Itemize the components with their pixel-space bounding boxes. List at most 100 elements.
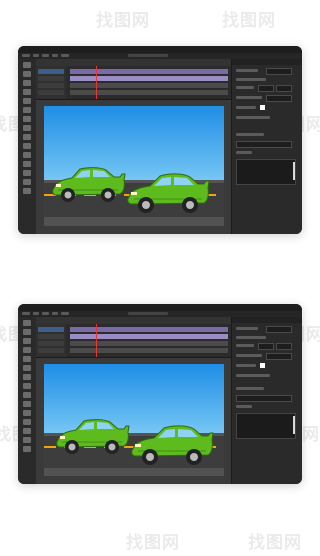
panel-tabs[interactable]: [232, 59, 302, 65]
color-swatch[interactable]: [260, 105, 265, 110]
stage-area[interactable]: [36, 358, 232, 484]
property-field[interactable]: [236, 395, 292, 402]
green-car-front[interactable]: [124, 172, 210, 214]
line-tool-icon[interactable]: [23, 107, 31, 113]
watermark: 找图网: [96, 11, 150, 30]
rectangle-tool-icon[interactable]: [23, 374, 31, 380]
eraser-icon[interactable]: [23, 428, 31, 434]
rectangle-tool-icon[interactable]: [23, 116, 31, 122]
oval-tool-icon[interactable]: [23, 125, 31, 131]
selection-tool-icon[interactable]: [23, 320, 31, 326]
timeline-toolbar: [36, 59, 232, 66]
layer-row[interactable]: [38, 76, 64, 81]
free-transform-icon[interactable]: [23, 80, 31, 86]
watermark: 找图网: [126, 533, 180, 552]
green-car-back[interactable]: [52, 418, 130, 456]
layer-row[interactable]: [38, 334, 64, 339]
green-car-back[interactable]: [48, 166, 126, 204]
brush-tool-icon[interactable]: [23, 401, 31, 407]
playhead[interactable]: [96, 324, 97, 357]
tween-track[interactable]: [70, 327, 228, 332]
hand-tool-icon[interactable]: [23, 437, 31, 443]
editor-screenshot-card: [18, 46, 302, 234]
property-label: [236, 405, 252, 408]
properties-panel: [231, 59, 302, 234]
eraser-icon[interactable]: [23, 170, 31, 176]
layer-row[interactable]: [38, 341, 64, 346]
green-car-front[interactable]: [128, 424, 214, 466]
watermark: 找图网: [248, 533, 302, 552]
layer-row[interactable]: [38, 327, 64, 332]
paint-bucket-icon[interactable]: [23, 410, 31, 416]
layer-row[interactable]: [38, 90, 64, 95]
property-label: [236, 151, 252, 154]
code-preview-box[interactable]: [236, 159, 296, 185]
layer-row[interactable]: [38, 348, 64, 353]
property-field[interactable]: [276, 343, 292, 350]
property-label: [236, 354, 262, 357]
hand-tool-icon[interactable]: [23, 179, 31, 185]
property-label: [236, 364, 256, 367]
property-field[interactable]: [258, 343, 274, 350]
zoom-tool-icon[interactable]: [23, 188, 31, 194]
timeline-panel[interactable]: [36, 59, 232, 100]
code-preview-box[interactable]: [236, 413, 296, 439]
brush-tool-icon[interactable]: [23, 143, 31, 149]
line-tool-icon[interactable]: [23, 365, 31, 371]
zoom-tool-icon[interactable]: [23, 446, 31, 452]
selection-tool-icon[interactable]: [23, 62, 31, 68]
panel-scrollbar[interactable]: [293, 416, 295, 434]
stage-canvas[interactable]: [44, 106, 224, 226]
property-field[interactable]: [276, 85, 292, 92]
layer-row[interactable]: [38, 83, 64, 88]
property-label: [236, 374, 270, 377]
panel-tabs[interactable]: [232, 317, 302, 323]
property-label: [236, 78, 266, 81]
playhead[interactable]: [96, 66, 97, 99]
pen-tool-icon[interactable]: [23, 89, 31, 95]
text-tool-icon[interactable]: [23, 356, 31, 362]
stage-area[interactable]: [36, 100, 232, 234]
stage-canvas[interactable]: [44, 364, 224, 476]
section-heading: [236, 387, 264, 390]
tools-panel: [18, 317, 37, 484]
property-label: [236, 69, 258, 72]
keyframe-track[interactable]: [70, 83, 228, 88]
pen-tool-icon[interactable]: [23, 347, 31, 353]
property-label: [236, 86, 254, 89]
property-label: [236, 327, 258, 330]
pencil-tool-icon[interactable]: [23, 392, 31, 398]
tween-track[interactable]: [70, 334, 228, 339]
color-swatch[interactable]: [260, 363, 265, 368]
subselect-tool-icon[interactable]: [23, 71, 31, 77]
layer-list: [36, 324, 66, 357]
eyedropper-icon[interactable]: [23, 419, 31, 425]
layer-row[interactable]: [38, 69, 64, 74]
text-tool-icon[interactable]: [23, 98, 31, 104]
eyedropper-icon[interactable]: [23, 161, 31, 167]
animation-editor-window: [18, 46, 302, 234]
property-field[interactable]: [258, 85, 274, 92]
properties-panel: [231, 317, 302, 484]
tween-track[interactable]: [70, 76, 228, 81]
pencil-tool-icon[interactable]: [23, 134, 31, 140]
property-field[interactable]: [236, 141, 292, 148]
oval-tool-icon[interactable]: [23, 383, 31, 389]
timeline-panel[interactable]: [36, 317, 232, 358]
keyframe-track[interactable]: [70, 90, 228, 95]
paint-bucket-icon[interactable]: [23, 152, 31, 158]
property-field[interactable]: [266, 326, 292, 333]
free-transform-icon[interactable]: [23, 338, 31, 344]
section-heading: [236, 133, 264, 136]
panel-scrollbar[interactable]: [293, 162, 295, 180]
property-field[interactable]: [266, 95, 292, 102]
property-field[interactable]: [266, 68, 292, 75]
keyframe-track[interactable]: [70, 341, 228, 346]
subselect-tool-icon[interactable]: [23, 329, 31, 335]
property-field[interactable]: [266, 353, 292, 360]
keyframe-track[interactable]: [70, 348, 228, 353]
property-label: [236, 106, 256, 109]
tween-track[interactable]: [70, 69, 228, 74]
layer-list: [36, 66, 66, 99]
title-bar: [18, 304, 302, 311]
